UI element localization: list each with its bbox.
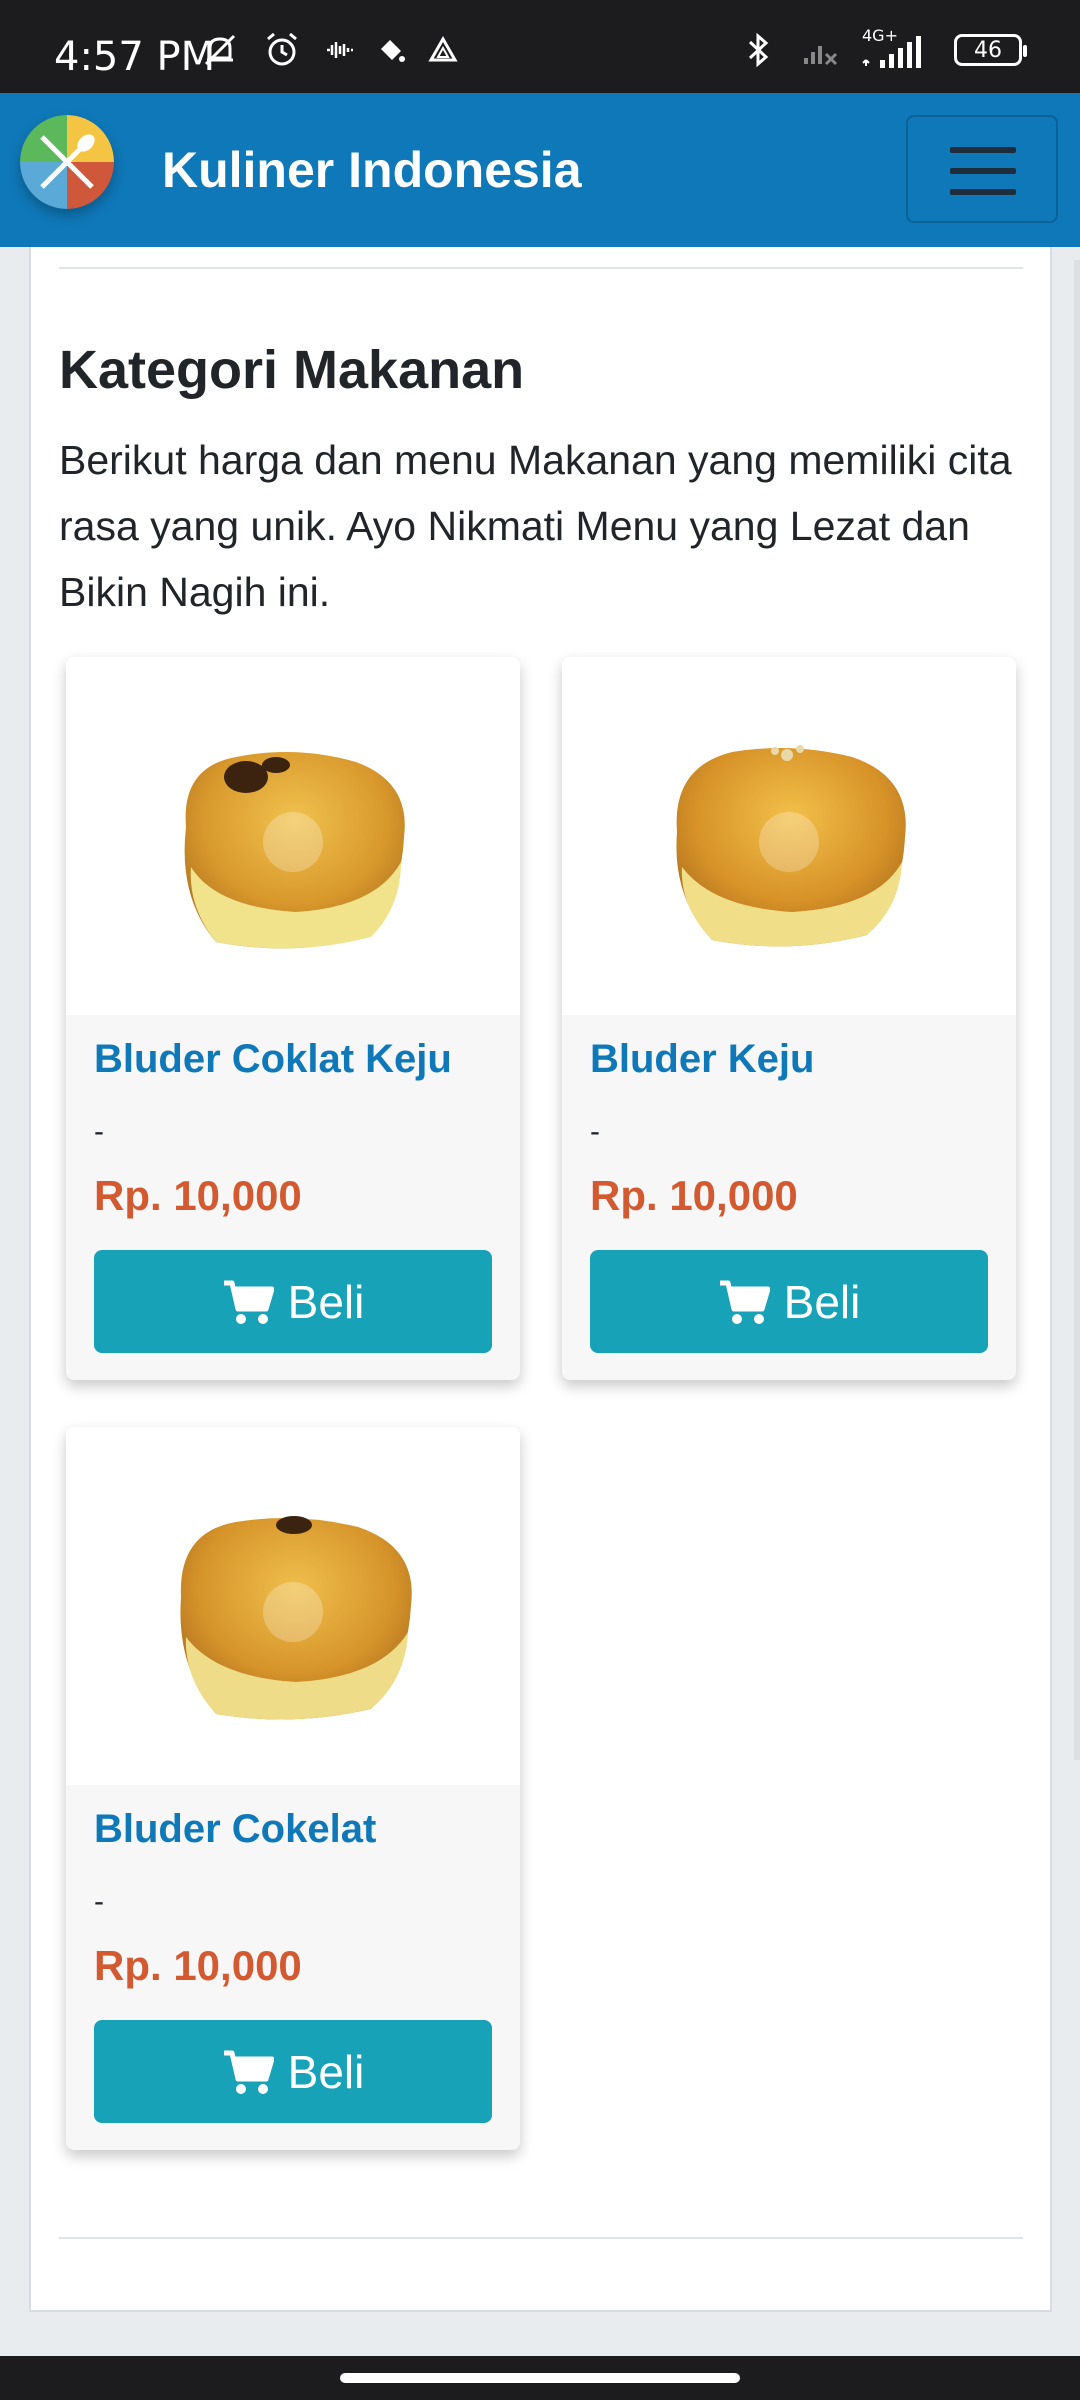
product-description: - [590,1115,600,1148]
product-price: Rp. 10,000 [94,1172,302,1219]
content-container: Kategori Makanan Berikut harga dan menu … [29,247,1052,2312]
sound-wave-icon [327,42,353,58]
cart-icon [223,1280,274,1324]
battery-indicator: 46 [954,34,1027,66]
cart-icon [223,2050,274,2094]
cart-icon [719,1280,770,1324]
buy-button-label: Beli [287,1275,365,1328]
hamburger-line [950,168,1016,174]
product-name[interactable]: Bluder Cokelat [94,1807,376,1852]
drive-icon [428,35,458,62]
product-card: Bluder Cokelat - Rp. 10,000 Beli [66,1427,520,2150]
hamburger-line [950,189,1016,195]
navigation-bar [0,2356,1080,2400]
section-description: Berikut harga dan menu Makanan yang memi… [59,437,1012,615]
product-price: Rp. 10,000 [590,1172,798,1219]
section-title: Kategori Makanan [59,340,525,400]
status-bar: 4:57 PM 4G+ 46 [0,0,1080,93]
home-gesture-handle[interactable] [340,2373,740,2383]
navbar: Kuliner Indonesia [0,93,1080,247]
brand-name[interactable]: Kuliner Indonesia [162,141,582,199]
buy-button[interactable]: Beli [94,1250,492,1353]
battery-level: 46 [974,37,1002,63]
product-description: - [94,1115,104,1148]
product-card: Bluder Coklat Keju - Rp. 10,000 Beli [66,657,520,1380]
hamburger-icon [950,147,1016,153]
status-time: 4:57 PM [54,34,216,80]
menu-toggle-button[interactable] [906,115,1058,223]
product-name[interactable]: Bluder Keju [590,1037,814,1082]
bluetooth-icon [748,32,769,68]
buy-button-label: Beli [287,2045,365,2098]
product-image[interactable] [66,1427,520,1785]
buy-button[interactable]: Beli [94,2020,492,2123]
signal-weak-icon [804,46,838,66]
brand-logo[interactable] [20,115,114,209]
divider [59,2237,1023,2239]
product-card: Bluder Keju - Rp. 10,000 Beli [562,657,1016,1380]
product-image[interactable] [562,657,1016,1015]
buy-button[interactable]: Beli [590,1250,988,1353]
divider [59,267,1023,269]
scrollbar[interactable] [1074,260,1080,1760]
alarm-icon [267,32,297,66]
silent-icon [204,34,236,66]
product-description: - [94,1885,104,1918]
buy-button-label: Beli [783,1275,861,1328]
signal-icon: 4G+ [862,26,932,70]
product-price: Rp. 10,000 [94,1942,302,1989]
product-name[interactable]: Bluder Coklat Keju [94,1037,452,1082]
paint-bucket-icon [381,40,405,62]
product-image[interactable] [66,657,520,1015]
status-left-icons [200,30,458,70]
status-right-icons: 4G+ 46 [738,26,1027,70]
